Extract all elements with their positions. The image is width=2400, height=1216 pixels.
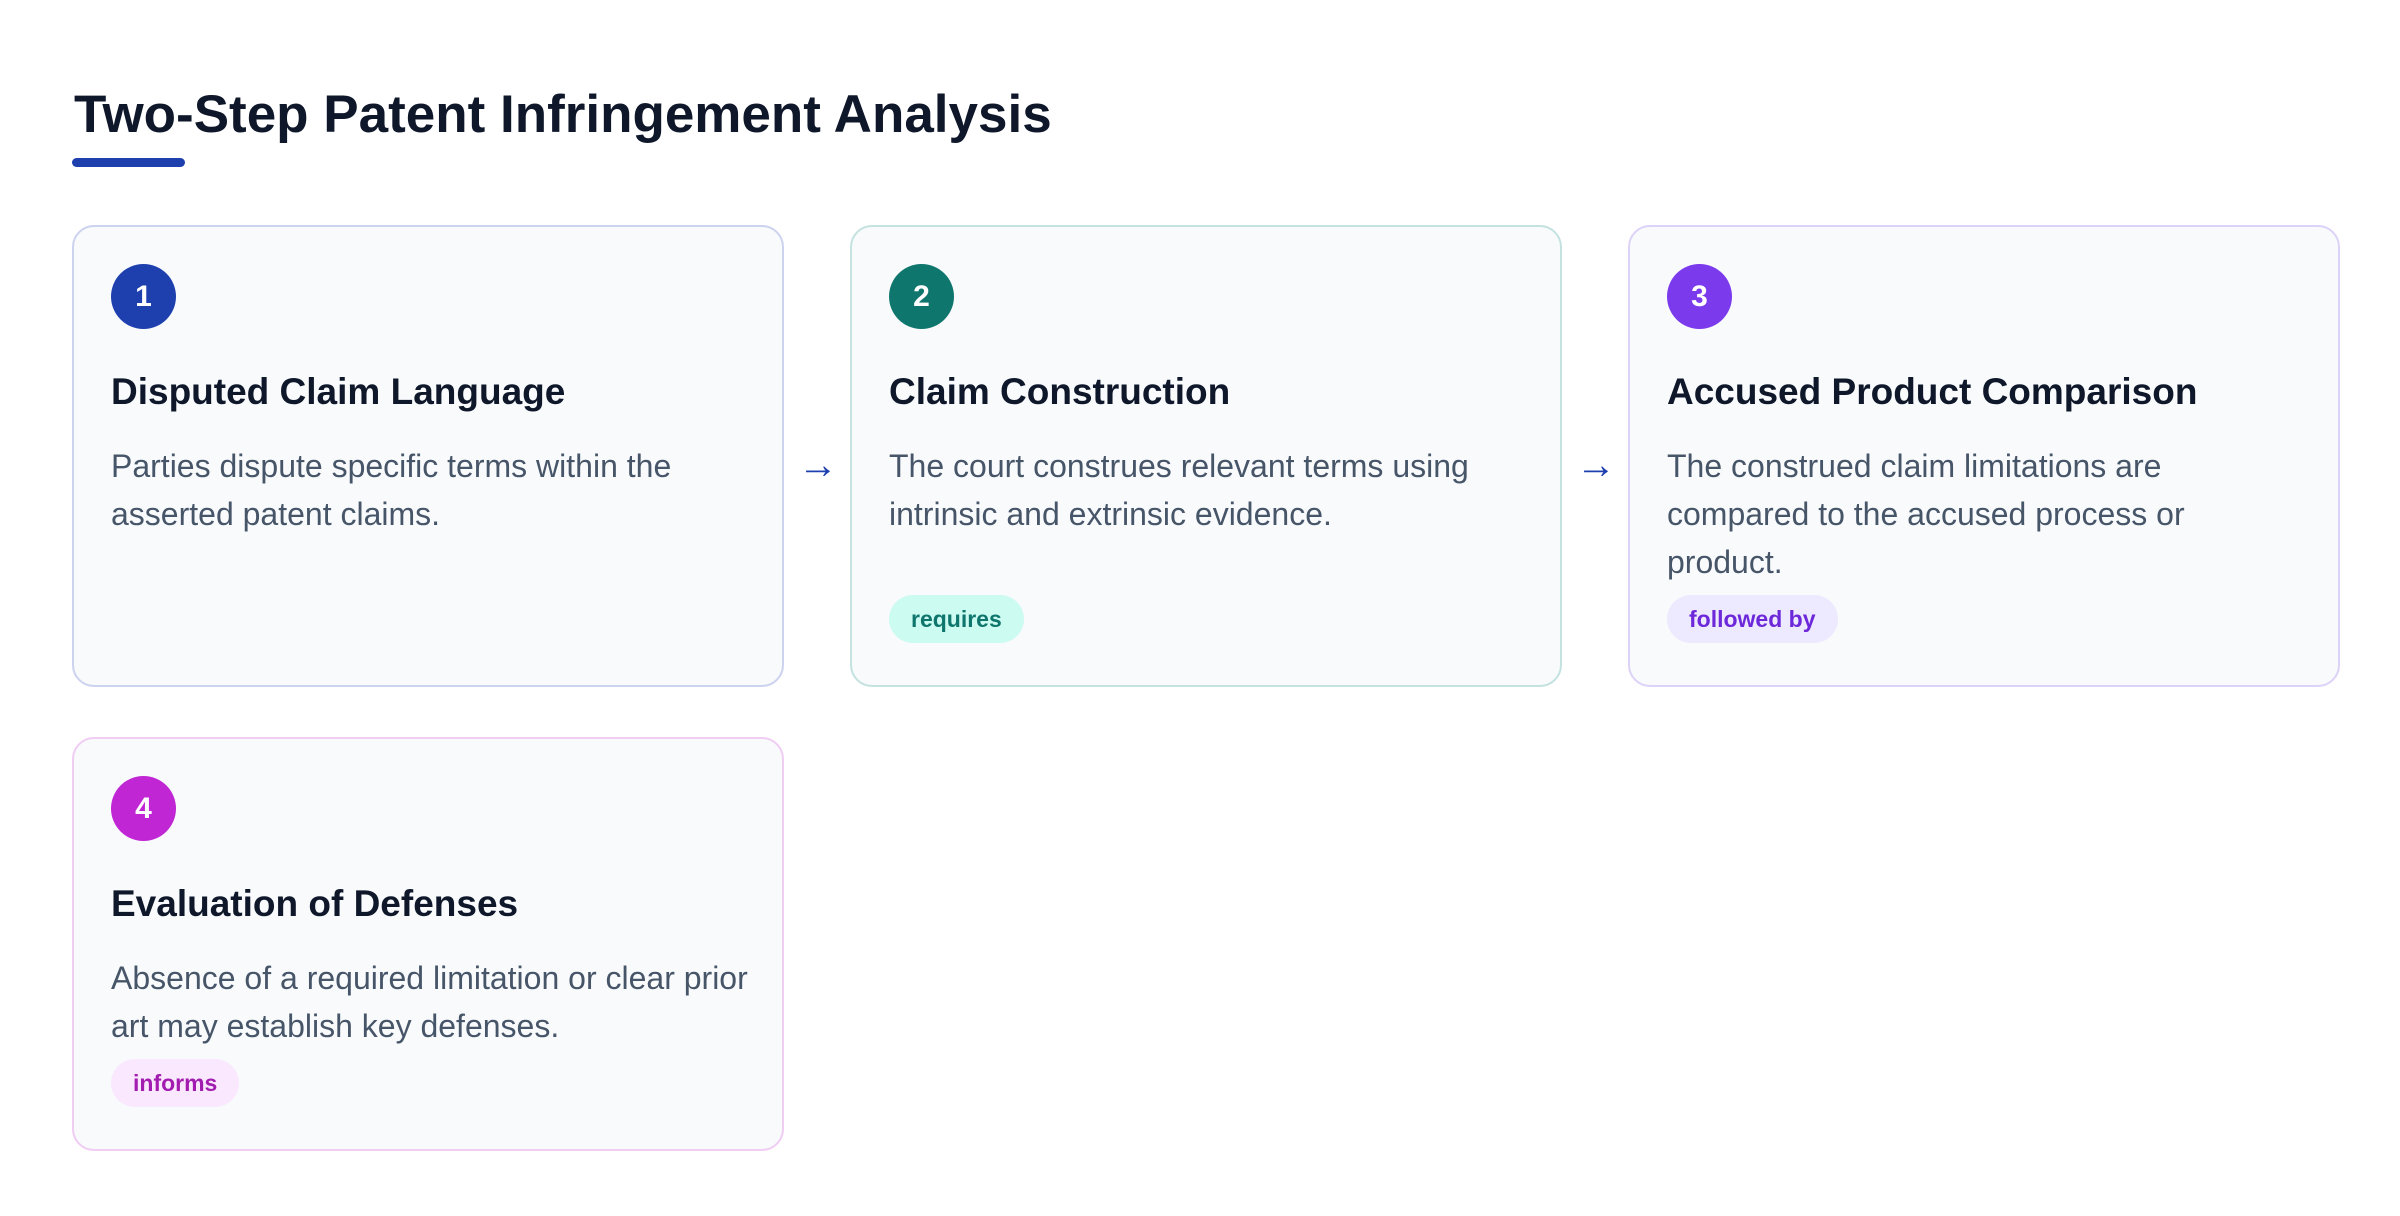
step-card-4: 4 Evaluation of Defenses Absence of a re… <box>72 737 784 1151</box>
diagram-page: Two-Step Patent Infringement Analysis 1 … <box>0 0 2400 1216</box>
step-title: Evaluation of Defenses <box>111 883 519 924</box>
arrow-right-icon: → <box>798 443 838 487</box>
page-title: Two-Step Patent Infringement Analysis <box>74 85 1052 144</box>
step-description: The construed claim limitations are comp… <box>1667 448 2185 580</box>
step-description: Absence of a required limitation or clea… <box>111 960 748 1044</box>
arrow-right-icon: → <box>1576 443 1616 487</box>
step-number-badge: 2 <box>889 264 954 329</box>
step-title: Disputed Claim Language <box>111 371 566 412</box>
relation-tag: requires <box>889 595 1024 643</box>
step-description: The court construes relevant terms using… <box>889 448 1469 532</box>
step-number-badge: 3 <box>1667 264 1732 329</box>
step-number-badge: 1 <box>111 264 176 329</box>
step-title: Claim Construction <box>889 371 1231 412</box>
step-description: Parties dispute specific terms within th… <box>111 448 672 532</box>
step-card-2: 2 Claim Construction The court construes… <box>850 225 1562 687</box>
step-title: Accused Product Comparison <box>1667 371 2198 412</box>
relation-tag: informs <box>111 1059 240 1107</box>
relation-tag: followed by <box>1667 595 1838 643</box>
step-card-3: 3 Accused Product Comparison The constru… <box>1628 225 2340 687</box>
step-card-1: 1 Disputed Claim Language Parties disput… <box>72 225 784 687</box>
step-number-badge: 4 <box>111 776 176 841</box>
title-underline <box>72 158 185 167</box>
